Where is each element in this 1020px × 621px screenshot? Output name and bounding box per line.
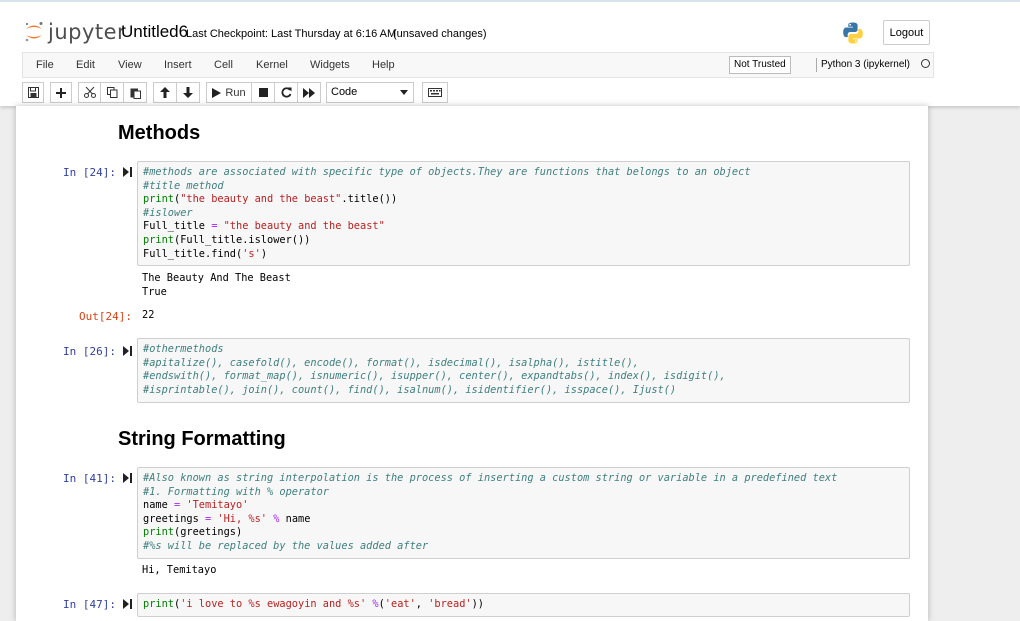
kernel-name[interactable]: Python 3 (ipykernel) xyxy=(816,58,910,72)
code-line: #isprintable(), join(), count(), find(),… xyxy=(143,383,677,396)
insert-cell-button[interactable] xyxy=(50,82,72,103)
kernel-idle-indicator-icon xyxy=(921,59,930,68)
python-logo-icon xyxy=(841,21,865,45)
run-button[interactable]: Run xyxy=(206,82,252,103)
copy-icon xyxy=(106,87,117,98)
code-line: print("the beauty and the beast".title()… xyxy=(143,193,398,206)
run-cell-icon[interactable] xyxy=(123,346,132,356)
menu-widgets[interactable]: Widgets xyxy=(310,59,350,71)
menu-edit[interactable]: Edit xyxy=(76,59,95,71)
code-cell-24[interactable]: #methods are associated with specific ty… xyxy=(137,161,910,266)
code-cell-41[interactable]: #Also known as string interpolation is t… xyxy=(137,467,910,559)
code-line: #Also known as string interpolation is t… xyxy=(143,472,838,484)
menu-help[interactable]: Help xyxy=(372,59,395,71)
run-cell-icon[interactable] xyxy=(123,599,132,609)
paste-icon xyxy=(130,88,141,99)
stop-icon xyxy=(258,88,268,97)
code-line: #title method xyxy=(143,179,224,192)
trust-status-button[interactable]: Not Trusted xyxy=(729,56,791,74)
notebook-name[interactable]: Untitled6 xyxy=(121,22,188,42)
run-cell-icon[interactable] xyxy=(123,473,132,483)
autosave-status: (unsaved changes) xyxy=(393,28,487,40)
in-prompt-47: In [47]: xyxy=(63,598,116,611)
code-line: print(Full_title.islower()) xyxy=(143,233,311,246)
heading-methods: Methods xyxy=(118,122,201,144)
save-icon xyxy=(27,87,39,98)
in-prompt-41: In [41]: xyxy=(63,472,116,485)
code-line: print(greetings) xyxy=(143,526,243,539)
fast-forward-icon xyxy=(303,87,315,98)
code-line: #othermethods xyxy=(143,343,224,355)
menu-kernel[interactable]: Kernel xyxy=(256,59,288,71)
notebook-header: jupyter Untitled6 Last Checkpoint: Last … xyxy=(0,2,1020,106)
cell-type-select[interactable]: Code xyxy=(326,82,414,103)
restart-icon xyxy=(281,87,291,98)
restart-kernel-button[interactable] xyxy=(274,82,298,103)
out-prompt-24: Out[24]: xyxy=(79,310,132,323)
menu-view[interactable]: View xyxy=(118,59,142,71)
code-line: #%s will be replaced by the values added… xyxy=(143,539,429,552)
code-line: #endswith(), format_map(), isnumeric(), … xyxy=(143,370,726,383)
run-button-label: Run xyxy=(225,86,246,99)
checkpoint-status: Last Checkpoint: Last Thursday at 6:16 A… xyxy=(186,28,397,40)
in-prompt-26: In [26]: xyxy=(63,345,116,358)
code-line: #methods are associated with specific ty… xyxy=(143,166,751,178)
code-line: #apitalize(), casefold(), encode(), form… xyxy=(143,356,639,369)
keyboard-icon xyxy=(428,88,442,97)
cut-icon xyxy=(83,87,96,98)
logout-button[interactable]: Logout xyxy=(883,20,930,45)
code-cell-26[interactable]: #othermethods #apitalize(), casefold(), e… xyxy=(137,338,910,403)
move-up-button[interactable] xyxy=(153,82,177,103)
code-line: print('i love to %s ewagoyin and %s' %('… xyxy=(143,598,485,610)
code-line: Full_title.find('s') xyxy=(143,247,268,260)
move-down-button[interactable] xyxy=(176,82,200,103)
move-down-icon xyxy=(183,87,193,98)
jupyter-logo-icon xyxy=(24,21,44,43)
plus-icon xyxy=(56,87,66,98)
code-cell-47[interactable]: print('i love to %s ewagoyin and %s' %('… xyxy=(137,593,910,617)
move-up-icon xyxy=(160,87,170,98)
stdout-output-24: The Beauty And The Beast True xyxy=(142,272,291,298)
cell-type-value: Code xyxy=(331,86,358,98)
run-cell-icon[interactable] xyxy=(123,167,132,177)
interrupt-kernel-button[interactable] xyxy=(251,82,275,103)
notebook-container: Methods In [24]: #methods are associated… xyxy=(16,106,928,621)
code-line: #1. Formatting with % operator xyxy=(143,485,329,498)
heading-string-formatting: String Formatting xyxy=(118,428,286,450)
code-line: greetings = 'Hi, %s' % name xyxy=(143,512,311,525)
paste-button[interactable] xyxy=(123,82,147,103)
code-line: Full_title = "the beauty and the beast" xyxy=(143,220,385,233)
restart-run-all-button[interactable] xyxy=(297,82,321,103)
copy-button[interactable] xyxy=(100,82,124,103)
in-prompt-24: In [24]: xyxy=(63,166,116,179)
save-button[interactable] xyxy=(22,82,44,103)
jupyter-logo[interactable]: jupyter xyxy=(24,18,126,46)
menu-insert[interactable]: Insert xyxy=(164,59,192,71)
run-icon xyxy=(212,87,222,98)
command-palette-button[interactable] xyxy=(422,82,448,103)
stdout-output-41: Hi, Temitayo xyxy=(142,564,217,576)
code-line: #islower xyxy=(143,206,193,219)
chevron-down-icon xyxy=(400,90,408,95)
menu-bar: File Edit View Insert Cell Kernel Widget… xyxy=(22,52,934,78)
logo-text: jupyter xyxy=(48,20,127,44)
menu-cell[interactable]: Cell xyxy=(214,59,233,71)
menu-file[interactable]: File xyxy=(36,59,54,71)
code-line: name = 'Temitayo' xyxy=(143,499,249,512)
cut-button[interactable] xyxy=(78,82,101,103)
result-output-24: 22 xyxy=(142,309,155,321)
